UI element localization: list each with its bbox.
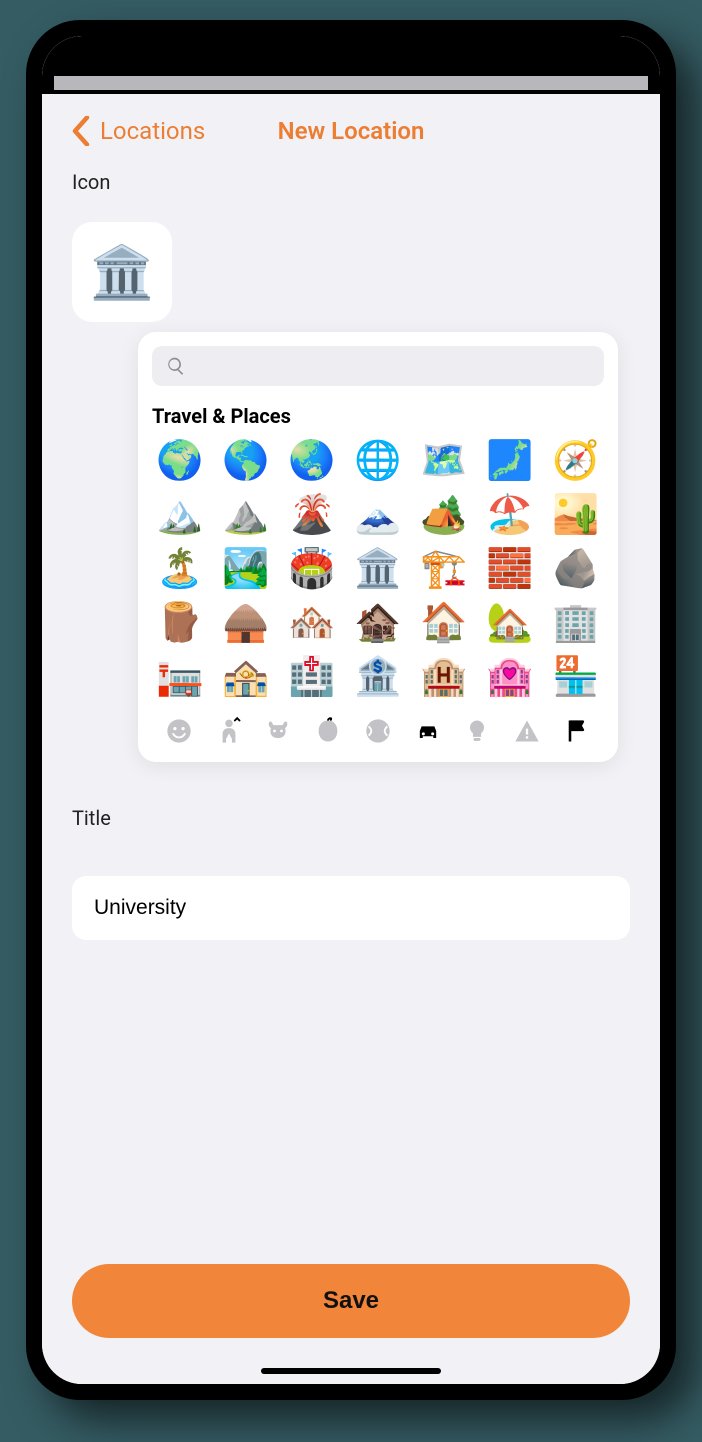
emoji-tab-smileys[interactable]: [162, 714, 196, 748]
emoji-tab-objects[interactable]: [460, 714, 494, 748]
home-indicator: [261, 1368, 441, 1374]
device-frame: Locations New Location Icon 🏛️ Travel & …: [26, 20, 676, 1400]
emoji-option[interactable]: 🏤: [218, 658, 274, 696]
back-label: Locations: [100, 117, 205, 145]
emoji-tab-travel[interactable]: [411, 714, 445, 748]
emoji-option[interactable]: 🌐: [350, 442, 406, 480]
search-icon: [166, 356, 186, 376]
emoji-option[interactable]: 🏝️: [152, 550, 208, 588]
emoji-option[interactable]: 🏔️: [152, 496, 208, 534]
emoji-option[interactable]: 🛖: [218, 604, 274, 642]
emoji-option[interactable]: 🌎: [218, 442, 274, 480]
emoji-option[interactable]: 🏨: [416, 658, 472, 696]
device-screen: Locations New Location Icon 🏛️ Travel & …: [42, 36, 660, 1384]
emoji-category-label: Travel & Places: [152, 404, 604, 428]
emoji-option[interactable]: 🏛️: [350, 550, 406, 588]
icon-section-label: Icon: [72, 170, 630, 194]
status-bar-placeholder: [54, 76, 648, 90]
status-bar-area: [42, 36, 660, 94]
selected-icon-preview[interactable]: 🏛️: [72, 222, 172, 322]
emoji-option[interactable]: 🌏: [284, 442, 340, 480]
selected-icon-emoji: 🏛️: [90, 242, 155, 303]
emoji-option[interactable]: 🏦: [350, 658, 406, 696]
save-button[interactable]: Save: [72, 1264, 630, 1338]
emoji-option[interactable]: 🏜️: [548, 496, 604, 534]
emoji-option[interactable]: 🧭: [548, 442, 604, 480]
emoji-search-input[interactable]: [194, 356, 590, 377]
nav-bar: Locations New Location: [72, 94, 630, 170]
emoji-option[interactable]: 🗻: [350, 496, 406, 534]
emoji-tab-symbols[interactable]: [510, 714, 544, 748]
emoji-option[interactable]: 🧱: [482, 550, 538, 588]
emoji-category-tabs: [152, 714, 604, 748]
emoji-tab-food[interactable]: [311, 714, 345, 748]
emoji-option[interactable]: 🏥: [284, 658, 340, 696]
emoji-picker: Travel & Places 🌍 🌎 🌏 🌐 🗺️ 🗾 🧭 🏔️ ⛰️ 🌋 🗻 🏕️ 🏖️ 🏜️ 🏝️ 🏞️…: [138, 332, 618, 762]
title-section-label: Title: [72, 806, 630, 830]
emoji-option[interactable]: 🪵: [152, 604, 208, 642]
emoji-option[interactable]: 🌍: [152, 442, 208, 480]
emoji-option[interactable]: 🗺️: [416, 442, 472, 480]
save-button-label: Save: [323, 1287, 379, 1314]
emoji-option[interactable]: 🪨: [548, 550, 604, 588]
emoji-option[interactable]: 🏞️: [218, 550, 274, 588]
page-title: New Location: [278, 117, 425, 145]
emoji-tab-animals[interactable]: [261, 714, 295, 748]
emoji-option[interactable]: 🏕️: [416, 496, 472, 534]
emoji-option[interactable]: 🏘️: [284, 604, 340, 642]
emoji-option[interactable]: 🏖️: [482, 496, 538, 534]
page-content: Locations New Location Icon 🏛️ Travel & …: [42, 94, 660, 1384]
emoji-tab-activity[interactable]: [361, 714, 395, 748]
emoji-option[interactable]: 🏗️: [416, 550, 472, 588]
emoji-option[interactable]: ⛰️: [218, 496, 274, 534]
emoji-option[interactable]: 🏠: [416, 604, 472, 642]
title-input[interactable]: [72, 876, 630, 940]
emoji-option[interactable]: 🏢: [548, 604, 604, 642]
emoji-option[interactable]: 🏚️: [350, 604, 406, 642]
spacer: [72, 940, 630, 1264]
emoji-grid: 🌍 🌎 🌏 🌐 🗺️ 🗾 🧭 🏔️ ⛰️ 🌋 🗻 🏕️ 🏖️ 🏜️ 🏝️ 🏞️ 🏟️ 🏛️ 🏗️ 🧱 🪨 🪵 🛖 🏘️ 🏚️ 🏠 🏡…: [152, 442, 604, 696]
emoji-tab-flags[interactable]: [560, 714, 594, 748]
emoji-option[interactable]: 🏣: [152, 658, 208, 696]
emoji-tab-people[interactable]: [212, 714, 246, 748]
emoji-option[interactable]: 🏩: [482, 658, 538, 696]
emoji-search-row[interactable]: [152, 346, 604, 386]
emoji-option[interactable]: 🏪: [548, 658, 604, 696]
emoji-option[interactable]: 🏡: [482, 604, 538, 642]
chevron-left-icon: [72, 116, 90, 146]
back-button[interactable]: Locations: [72, 116, 205, 146]
emoji-option[interactable]: 🏟️: [284, 550, 340, 588]
emoji-option[interactable]: 🗾: [482, 442, 538, 480]
title-section: Title: [72, 806, 630, 940]
emoji-option[interactable]: 🌋: [284, 496, 340, 534]
